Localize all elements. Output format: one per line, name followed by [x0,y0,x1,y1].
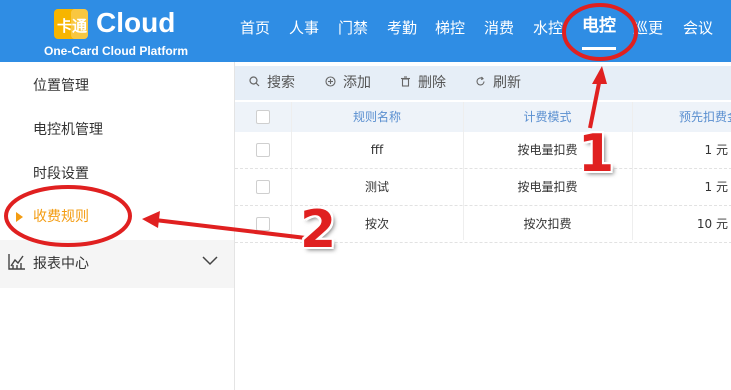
chart-icon [8,254,25,270]
sidebar-item-charging-rules[interactable]: 收费规则 [33,207,89,227]
cell-prepay: 1 元 [704,143,728,157]
table-header: 规则名称 计费模式 预先扣费金 [235,102,731,132]
chevron-down-icon[interactable] [202,256,218,266]
refresh-icon [475,66,487,100]
cell-prepay: 10 元 [696,217,728,231]
sidebar: 位置管理 电控机管理 时段设置 收费规则 报表中心 [0,62,234,390]
cell-prepay: 1 元 [704,180,728,194]
nav-item-elevator[interactable]: 梯控 [435,14,465,42]
sidebar-group-reports[interactable]: 报表中心 [0,240,234,288]
column-header-prepay[interactable]: 预先扣费金 [632,102,731,132]
cell-rule-name: fff [370,143,384,157]
sidebar-item-location[interactable]: 位置管理 [33,76,89,96]
delete-label: 删除 [418,75,446,91]
nav-item-consumption[interactable]: 消费 [484,14,514,42]
logo-mark-text: 卡通 [57,17,87,35]
top-header: 卡通 Cloud One-Card Cloud Platform 首页 人事 门… [0,0,731,62]
search-button[interactable]: 搜索 [249,66,295,100]
nav-item-water-control[interactable]: 水控 [533,14,563,42]
sidebar-item-timeslot[interactable]: 时段设置 [33,164,89,184]
nav-item-attendance[interactable]: 考勤 [387,14,417,42]
nav-item-access-control[interactable]: 门禁 [338,14,368,42]
delete-button[interactable]: 删除 [400,66,446,100]
row-checkbox[interactable] [256,143,270,157]
logo-icon: 卡通 [54,9,88,39]
trash-icon [400,66,412,100]
active-caret-icon [16,212,23,222]
select-all-checkbox[interactable] [256,110,270,124]
sidebar-item-controller[interactable]: 电控机管理 [33,120,103,140]
active-nav-underline [582,47,616,50]
row-checkbox[interactable] [256,180,270,194]
toolbar: 搜索 添加 删除 刷新 [235,66,731,100]
nav-item-patrol[interactable]: 巡更 [633,14,663,42]
refresh-label: 刷新 [493,75,521,91]
refresh-button[interactable]: 刷新 [475,66,521,100]
nav-item-personnel[interactable]: 人事 [289,14,319,42]
search-label: 搜索 [267,75,295,91]
add-icon [325,66,337,100]
table-row[interactable]: fff 按电量扣费 1 元 [235,132,731,169]
nav-item-meeting[interactable]: 会议 [683,14,713,42]
nav-item-home[interactable]: 首页 [240,14,270,42]
logo-subtitle: One-Card Cloud Platform [44,44,189,58]
marker-2: 2 [300,200,337,260]
add-button[interactable]: 添加 [325,66,371,100]
logo-text: Cloud [96,7,176,38]
row-checkbox[interactable] [256,217,270,231]
add-label: 添加 [343,75,371,91]
cell-billing-mode: 按次扣费 [523,217,572,231]
search-icon [249,66,261,100]
marker-1: 1 [578,124,615,184]
sidebar-group-label: 报表中心 [33,256,89,272]
column-header-rule-name[interactable]: 规则名称 [291,102,463,132]
nav-item-power-control[interactable]: 电控 [582,12,616,40]
